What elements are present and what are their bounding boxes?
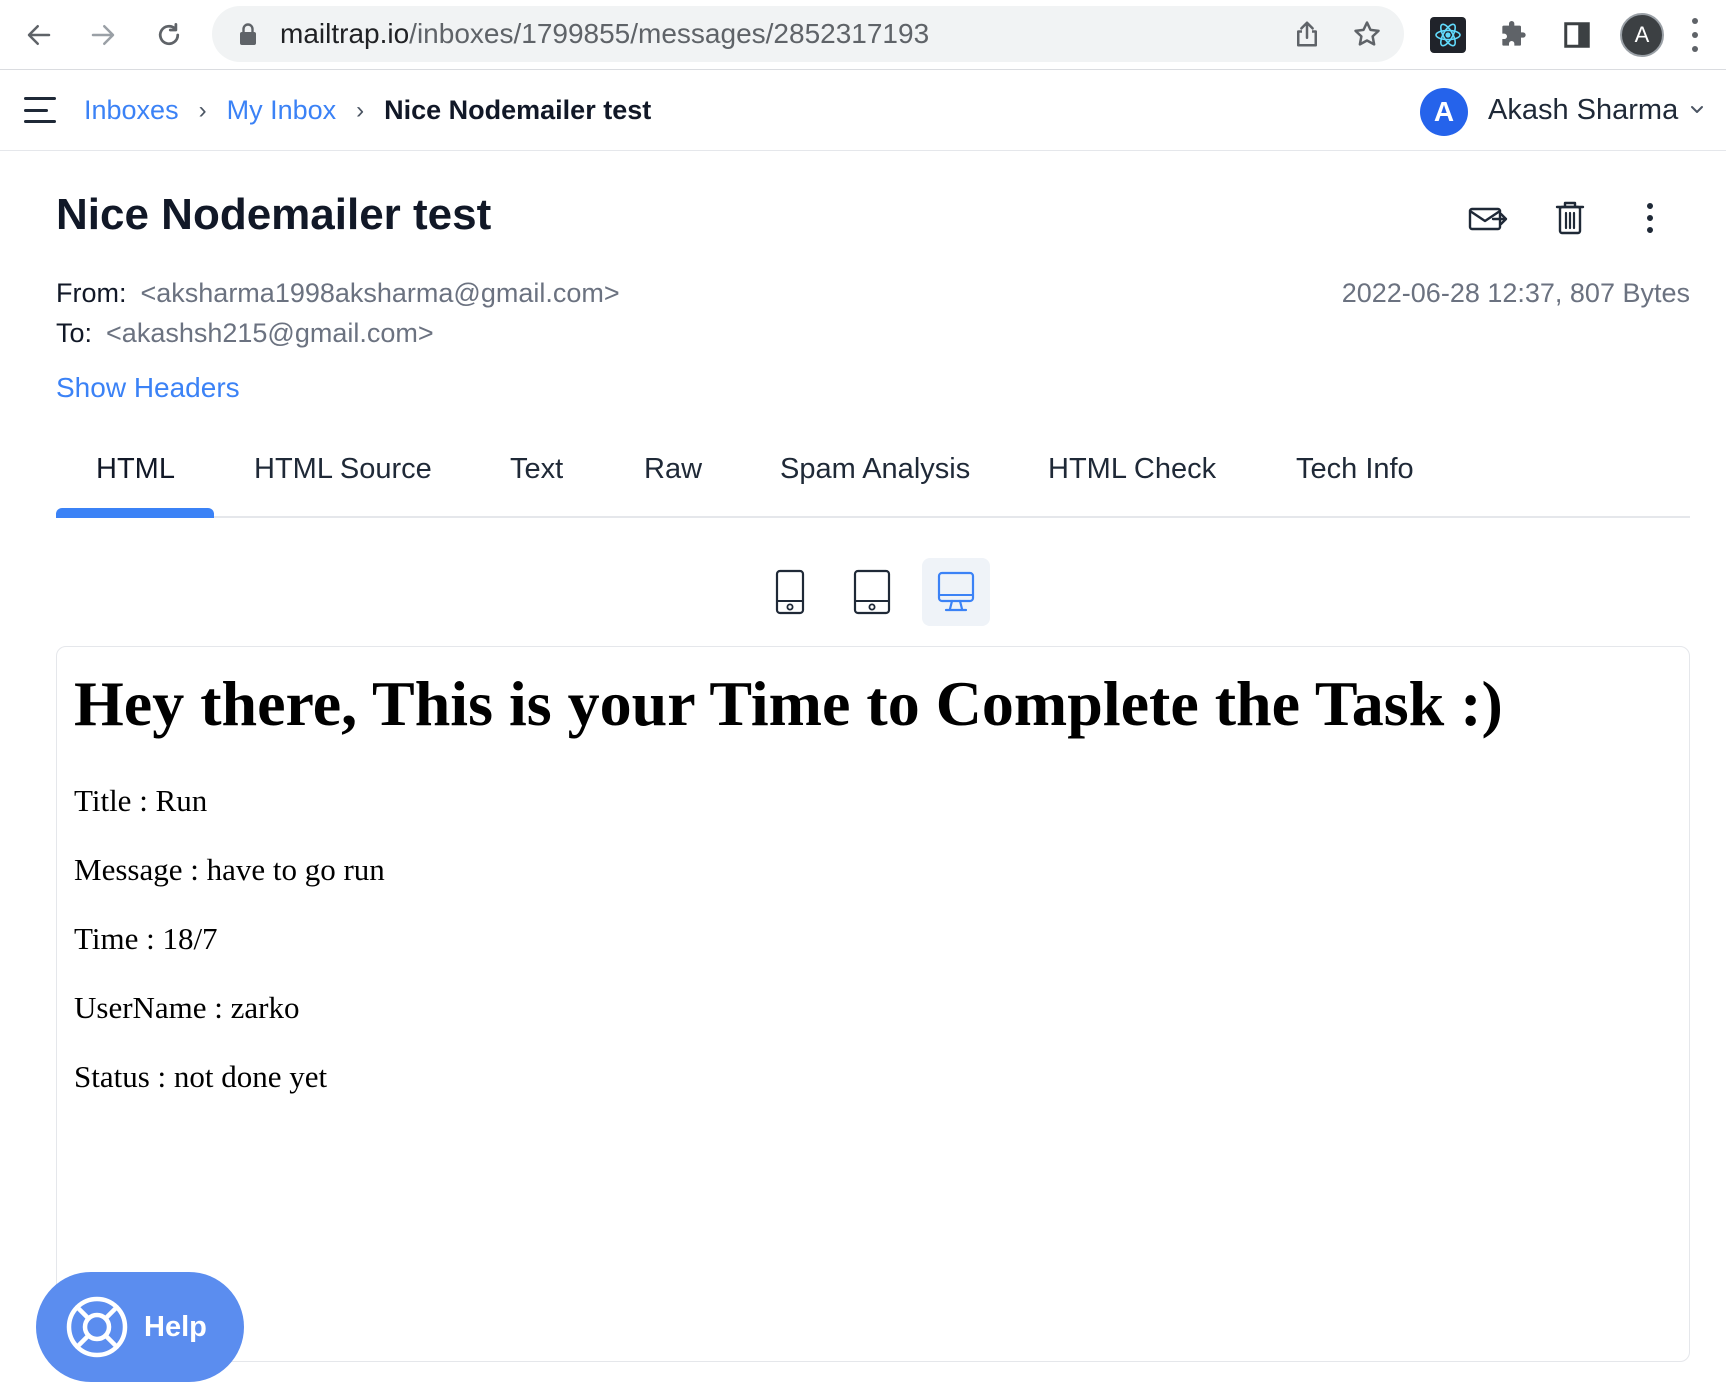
tablet-icon <box>853 569 891 615</box>
desktop-icon <box>937 571 975 612</box>
email-line-message: Message : have to go run <box>74 852 385 887</box>
breadcrumb-my-inbox-link[interactable]: My Inbox <box>227 95 337 126</box>
breadcrumb-separator: › <box>356 96 365 124</box>
tab-spam-analysis[interactable]: Spam Analysis <box>780 436 970 516</box>
react-devtools-icon[interactable] <box>1430 17 1466 53</box>
active-tab-indicator <box>56 508 214 518</box>
from-row: From: <aksharma1998aksharma@gmail.com> <box>56 278 620 309</box>
address-bar[interactable]: mailtrap.io/inboxes/1799855/messages/285… <box>212 6 1404 62</box>
help-label: Help <box>144 1311 207 1343</box>
tab-tech-info[interactable]: Tech Info <box>1296 436 1414 516</box>
app-header: Inboxes › My Inbox › Nice Nodemailer tes… <box>0 70 1726 151</box>
tab-raw[interactable]: Raw <box>644 436 702 516</box>
more-actions-button[interactable] <box>1628 198 1672 238</box>
chevron-down-icon[interactable] <box>1688 102 1706 116</box>
help-button[interactable]: Help <box>36 1272 244 1382</box>
email-line-username: UserName : zarko <box>74 990 300 1025</box>
delete-trash-icon <box>1555 201 1585 235</box>
message-tabs: HTML HTML Source Text Raw Spam Analysis … <box>56 436 1690 518</box>
extensions-puzzle-icon[interactable] <box>1494 16 1532 54</box>
user-menu-name[interactable]: Akash Sharma <box>1488 70 1678 151</box>
menu-kebab-icon[interactable] <box>1690 18 1700 52</box>
forward-button[interactable] <box>80 12 126 58</box>
show-headers-link[interactable]: Show Headers <box>56 372 240 404</box>
browser-profile-avatar[interactable]: A <box>1620 13 1664 57</box>
back-button[interactable] <box>16 12 62 58</box>
tablet-view-button[interactable] <box>838 558 906 626</box>
hamburger-menu-icon[interactable] <box>24 97 56 123</box>
email-line-title: Title : Run <box>74 783 208 818</box>
tab-text[interactable]: Text <box>510 436 563 516</box>
mobile-icon <box>775 569 805 615</box>
browser-toolbar: mailtrap.io/inboxes/1799855/messages/285… <box>0 0 1726 70</box>
side-panel-icon[interactable] <box>1558 16 1596 54</box>
forward-icon <box>91 25 115 45</box>
reload-button[interactable] <box>146 12 192 58</box>
message-subject: Nice Nodemailer test <box>56 190 492 239</box>
email-line-status: Status : not done yet <box>74 1059 328 1094</box>
url-text: mailtrap.io/inboxes/1799855/messages/285… <box>280 6 929 62</box>
email-html-preview: Hey there, This is your Time to Complete… <box>56 646 1690 1362</box>
tab-html-source[interactable]: HTML Source <box>254 436 432 516</box>
from-address: <aksharma1998aksharma@gmail.com> <box>140 278 620 308</box>
to-address: <akashsh215@gmail.com> <box>106 318 434 348</box>
to-row: To: <akashsh215@gmail.com> <box>56 318 434 349</box>
email-line-time: Time : 18/7 <box>74 921 218 956</box>
tab-html-check[interactable]: HTML Check <box>1048 436 1216 516</box>
breadcrumb-current: Nice Nodemailer test <box>384 95 652 125</box>
share-icon[interactable] <box>1292 19 1322 49</box>
bookmark-star-icon[interactable] <box>1352 19 1382 49</box>
breadcrumb-inboxes-link[interactable]: Inboxes <box>84 95 179 126</box>
desktop-view-button[interactable] <box>922 558 990 626</box>
from-label: From: <box>56 278 127 308</box>
back-icon <box>27 25 51 45</box>
forward-email-icon <box>1468 207 1508 231</box>
reload-icon <box>158 23 180 46</box>
user-avatar[interactable]: A <box>1420 88 1468 136</box>
mobile-view-button[interactable] <box>756 558 824 626</box>
breadcrumb-separator: › <box>198 96 207 124</box>
lifebuoy-icon <box>66 1296 128 1358</box>
forward-email-button[interactable] <box>1466 198 1510 238</box>
more-kebab-icon <box>1647 203 1653 233</box>
email-heading: Hey there, This is your Time to Complete… <box>74 668 1503 739</box>
url-host: mailtrap.io <box>280 18 410 49</box>
message-date-size: 2022-06-28 12:37, 807 Bytes <box>1341 278 1690 308</box>
lock-icon <box>240 23 256 45</box>
tab-html[interactable]: HTML <box>96 436 175 516</box>
to-label: To: <box>56 318 93 348</box>
delete-button[interactable] <box>1548 198 1592 238</box>
breadcrumb: Inboxes › My Inbox › Nice Nodemailer tes… <box>84 70 651 151</box>
url-path: /inboxes/1799855/messages/2852317193 <box>409 18 930 49</box>
